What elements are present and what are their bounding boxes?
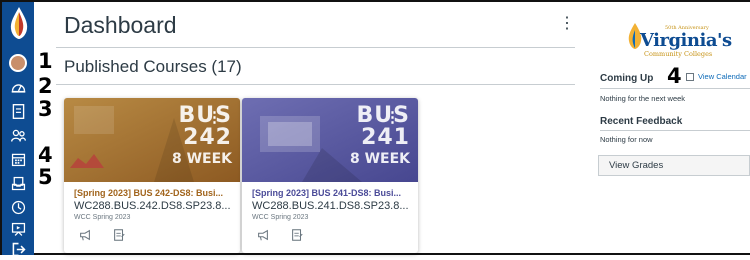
calendar-nav-item[interactable] (2, 148, 34, 170)
groups-nav-item[interactable] (2, 124, 34, 146)
account-nav-item[interactable] (2, 52, 34, 74)
courses-nav-item[interactable] (2, 100, 34, 122)
view-grades-button[interactable]: View Grades (598, 155, 750, 176)
annotation-number: 5 (38, 165, 53, 189)
course-name-link[interactable]: [Spring 2023] BUS 242-DS8: Busi... (74, 188, 234, 198)
inbox-icon (11, 176, 25, 190)
view-calendar-label: View Calendar (698, 72, 747, 81)
global-nav (2, 2, 34, 256)
groups-icon (10, 129, 26, 142)
course-code: WC288.BUS.242.DS8.SP23.8... (74, 200, 231, 212)
card-options-button[interactable]: ⋮ (207, 108, 222, 126)
coming-up-text: Nothing for the next week (600, 94, 686, 103)
course-code: WC288.BUS.241.DS8.SP23.8... (252, 200, 409, 212)
right-sidebar: 50th Anniversary Virginia's Community Co… (590, 0, 750, 255)
dashboard-nav-item[interactable] (2, 76, 34, 98)
vccs-logo[interactable]: 50th Anniversary Virginia's Community Co… (608, 12, 732, 58)
courses-icon (12, 103, 24, 119)
section-divider (56, 84, 575, 85)
studio-nav-item[interactable] (2, 218, 34, 240)
logout-nav-item[interactable] (2, 238, 34, 260)
annotation-number: 3 (38, 97, 53, 121)
calendar-icon (11, 153, 25, 166)
course-hero-label: BUS 241 8 WEEK (349, 103, 410, 167)
avatar[interactable] (9, 54, 27, 72)
feedback-text: Nothing for now (600, 135, 653, 144)
announcements-icon[interactable] (78, 228, 92, 242)
annotation-number: 4 (38, 143, 53, 167)
dashboard-options-button[interactable]: ⋮ (559, 16, 575, 32)
page-title: Dashboard (64, 12, 177, 38)
history-nav-item[interactable] (2, 196, 34, 218)
view-calendar-link[interactable]: View Calendar (686, 72, 747, 81)
annotation-number: 1 (38, 49, 53, 73)
published-courses-heading: Published Courses (17) (64, 57, 242, 76)
logo-subtitle: Community Colleges (644, 50, 713, 58)
assignments-icon[interactable] (290, 228, 304, 242)
studio-icon (11, 222, 25, 236)
course-card[interactable]: BUS 241 8 WEEK ⋮ [Spring 2023] BUS 241-D… (242, 98, 418, 253)
course-name-link[interactable]: [Spring 2023] BUS 241-DS8: Busi... (252, 188, 412, 198)
assignments-icon[interactable] (112, 228, 126, 242)
history-icon (11, 200, 25, 214)
annotation-number: 2 (38, 74, 53, 98)
course-term: WCC Spring 2023 (74, 214, 131, 221)
announcements-icon[interactable] (256, 228, 270, 242)
card-options-button[interactable]: ⋮ (385, 108, 400, 126)
coming-up-heading: Coming Up (600, 73, 654, 84)
course-hero-label: BUS 242 8 WEEK (171, 103, 232, 167)
header-divider (56, 47, 575, 48)
calendar-small-icon (686, 72, 694, 81)
course-term: WCC Spring 2023 (252, 214, 309, 221)
logo-wordmark: Virginia's (640, 30, 732, 51)
course-card[interactable]: BUS 242 8 WEEK ⋮ [Spring 2023] BUS 242-D… (64, 98, 240, 253)
recent-feedback-heading: Recent Feedback (600, 116, 683, 127)
sidebar-divider (600, 88, 750, 89)
logo-icon[interactable] (8, 6, 30, 40)
sidebar-divider (600, 130, 750, 131)
view-grades-label: View Grades (609, 160, 664, 171)
inbox-nav-item[interactable] (2, 172, 34, 194)
dashboard-icon (11, 83, 25, 93)
